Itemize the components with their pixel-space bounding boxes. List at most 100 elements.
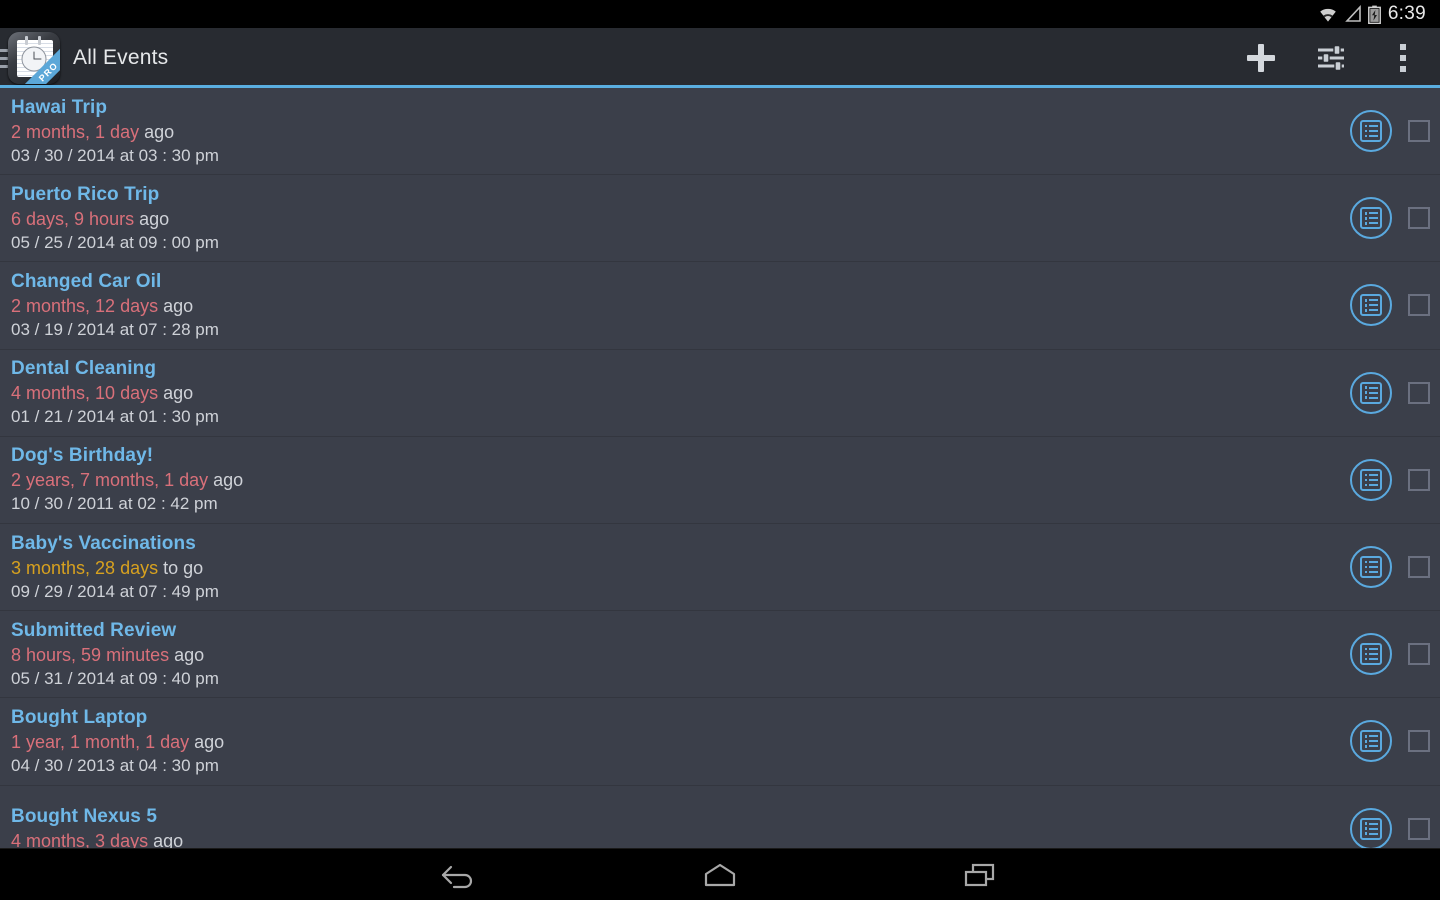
event-select-checkbox[interactable] [1408,643,1430,666]
event-text-block: Puerto Rico Trip 6 days, 9 hours ago 05 / … [11,182,1350,255]
list-glyph-bullet [1364,478,1367,482]
event-details-list-icon[interactable] [1350,197,1392,240]
event-row[interactable]: Dog's Birthday! 2 years, 7 months, 1 day … [0,437,1440,524]
event-elapsed: 2 months, 1 day ago [11,120,1350,144]
event-title: Baby's Vaccinations [11,532,196,554]
list-glyph-bullet [1364,396,1367,399]
event-title: Hawai Trip [11,96,108,118]
event-select-checkbox[interactable] [1408,730,1430,753]
dot [1400,66,1406,72]
event-elapsed-suffix: ago [134,208,170,229]
event-select-checkbox[interactable] [1408,120,1430,143]
list-glyph-rule [1369,827,1378,830]
list-glyph [1360,120,1382,143]
nav-back-button[interactable] [430,853,490,897]
event-details-list-icon[interactable] [1350,284,1392,327]
list-glyph-rule [1369,299,1378,302]
list-glyph [1360,556,1382,579]
event-details-list-icon[interactable] [1350,633,1392,676]
list-glyph-line [1364,478,1378,482]
list-glyph-line [1364,745,1378,748]
app-logo-icon[interactable]: PRO [8,32,60,84]
list-glyph-line [1364,391,1378,394]
event-row[interactable]: Puerto Rico Trip 6 days, 9 hours ago 05 / … [0,175,1440,263]
event-row[interactable]: Hawai Trip 2 months, 1 day ago 03 / 30 / 2… [0,88,1440,176]
event-details-list-icon[interactable] [1350,371,1392,414]
list-glyph-rule [1369,822,1378,825]
list-glyph-rule [1369,309,1378,312]
signal-icon [1344,5,1361,22]
battery-charging-icon [1367,5,1381,24]
list-glyph-rule [1369,571,1378,574]
list-glyph-bullet [1364,735,1367,738]
event-text-block: Bought Nexus 54 months, 3 days ago [11,804,1350,848]
add-event-button[interactable] [1226,28,1296,88]
event-title: Dog's Birthday! [11,445,154,467]
event-text-block: Submitted Review 8 hours, 59 minutes ago 0… [11,618,1350,691]
action-bar: PRO All Events [0,28,1440,88]
list-glyph-line [1364,657,1378,661]
event-date: 10 / 30 / 2011 at 02 : 42 pm [11,494,218,514]
event-text-block: Dog's Birthday! 2 years, 7 months, 1 day … [11,443,1350,516]
notepad-ring-right [38,36,41,45]
list-glyph-rule [1369,653,1378,656]
list-glyph [1360,381,1382,404]
event-select-checkbox[interactable] [1408,294,1430,317]
event-details-list-icon[interactable] [1350,720,1392,763]
event-row[interactable]: Changed Car Oil 2 months, 12 days ago 03 /… [0,262,1440,350]
list-glyph-rule [1369,735,1378,738]
event-elapsed-amount: 6 days, 9 hours [11,208,135,229]
event-select-checkbox[interactable] [1408,817,1430,840]
event-details-list-icon[interactable] [1350,807,1392,848]
status-bar: 6:39 [0,0,1440,28]
event-list[interactable]: Hawai Trip 2 months, 1 day ago 03 / 30 / 2… [0,88,1440,848]
list-glyph-bullet [1364,822,1367,825]
event-select-checkbox[interactable] [1408,381,1430,404]
wifi-icon [1320,8,1336,22]
filter-settings-button[interactable] [1296,28,1366,88]
event-elapsed-suffix: ago [158,295,194,316]
list-glyph-line [1364,560,1378,564]
list-glyph-rule [1369,125,1378,128]
event-details-list-icon[interactable] [1350,110,1392,153]
event-elapsed-amount: 4 months, 3 days [11,831,149,848]
event-date: 01 / 21 / 2014 at 01 : 30 pm [11,407,219,427]
event-select-checkbox[interactable] [1408,468,1430,491]
action-bar-actions [1226,28,1440,88]
event-details-list-icon[interactable] [1350,546,1392,589]
list-glyph-bullet [1364,652,1367,656]
nav-home-button[interactable] [690,853,750,897]
list-glyph-rule [1369,391,1378,394]
event-row-actions [1350,197,1430,240]
list-glyph [1360,207,1382,230]
event-select-checkbox[interactable] [1408,207,1430,230]
event-text-block: Dental Cleaning 4 months, 10 days ago 01 /… [11,356,1350,429]
event-elapsed: 2 months, 12 days ago [11,294,1350,318]
nav-recents-button[interactable] [950,853,1010,897]
list-glyph-line [1364,124,1378,128]
event-row[interactable]: Submitted Review 8 hours, 59 minutes ago 0… [0,611,1440,699]
event-row[interactable]: Bought Laptop 1 year, 1 month, 1 day ago 0… [0,698,1440,786]
list-glyph-bullet [1364,212,1367,215]
event-elapsed-suffix: ago [169,644,205,665]
list-glyph-rule [1369,386,1378,389]
event-row[interactable]: Bought Nexus 54 months, 3 days ago [0,786,1440,848]
event-details-list-icon[interactable] [1350,458,1392,501]
plus-icon [1247,44,1275,72]
event-row[interactable]: Dental Cleaning 4 months, 10 days ago 01 /… [0,350,1440,437]
list-glyph-rule [1369,483,1378,486]
event-row[interactable]: Baby's Vaccinations 3 months, 28 days to … [0,524,1440,612]
event-elapsed-amount: 3 months, 28 days [11,557,159,578]
event-date: 04 / 30 / 2013 at 04 : 30 pm [11,755,219,775]
list-glyph-line [1364,647,1378,651]
event-title: Dental Cleaning [11,358,157,380]
event-row-actions [1350,284,1430,327]
event-elapsed-amount: 2 months, 12 days [11,295,159,316]
event-select-checkbox[interactable] [1408,556,1430,579]
list-glyph-bullet [1364,391,1367,394]
dot [1400,55,1406,61]
list-glyph-line [1364,652,1378,656]
event-elapsed-suffix: ago [208,470,244,491]
list-glyph-bullet [1364,832,1367,835]
overflow-menu-button[interactable] [1366,28,1440,88]
